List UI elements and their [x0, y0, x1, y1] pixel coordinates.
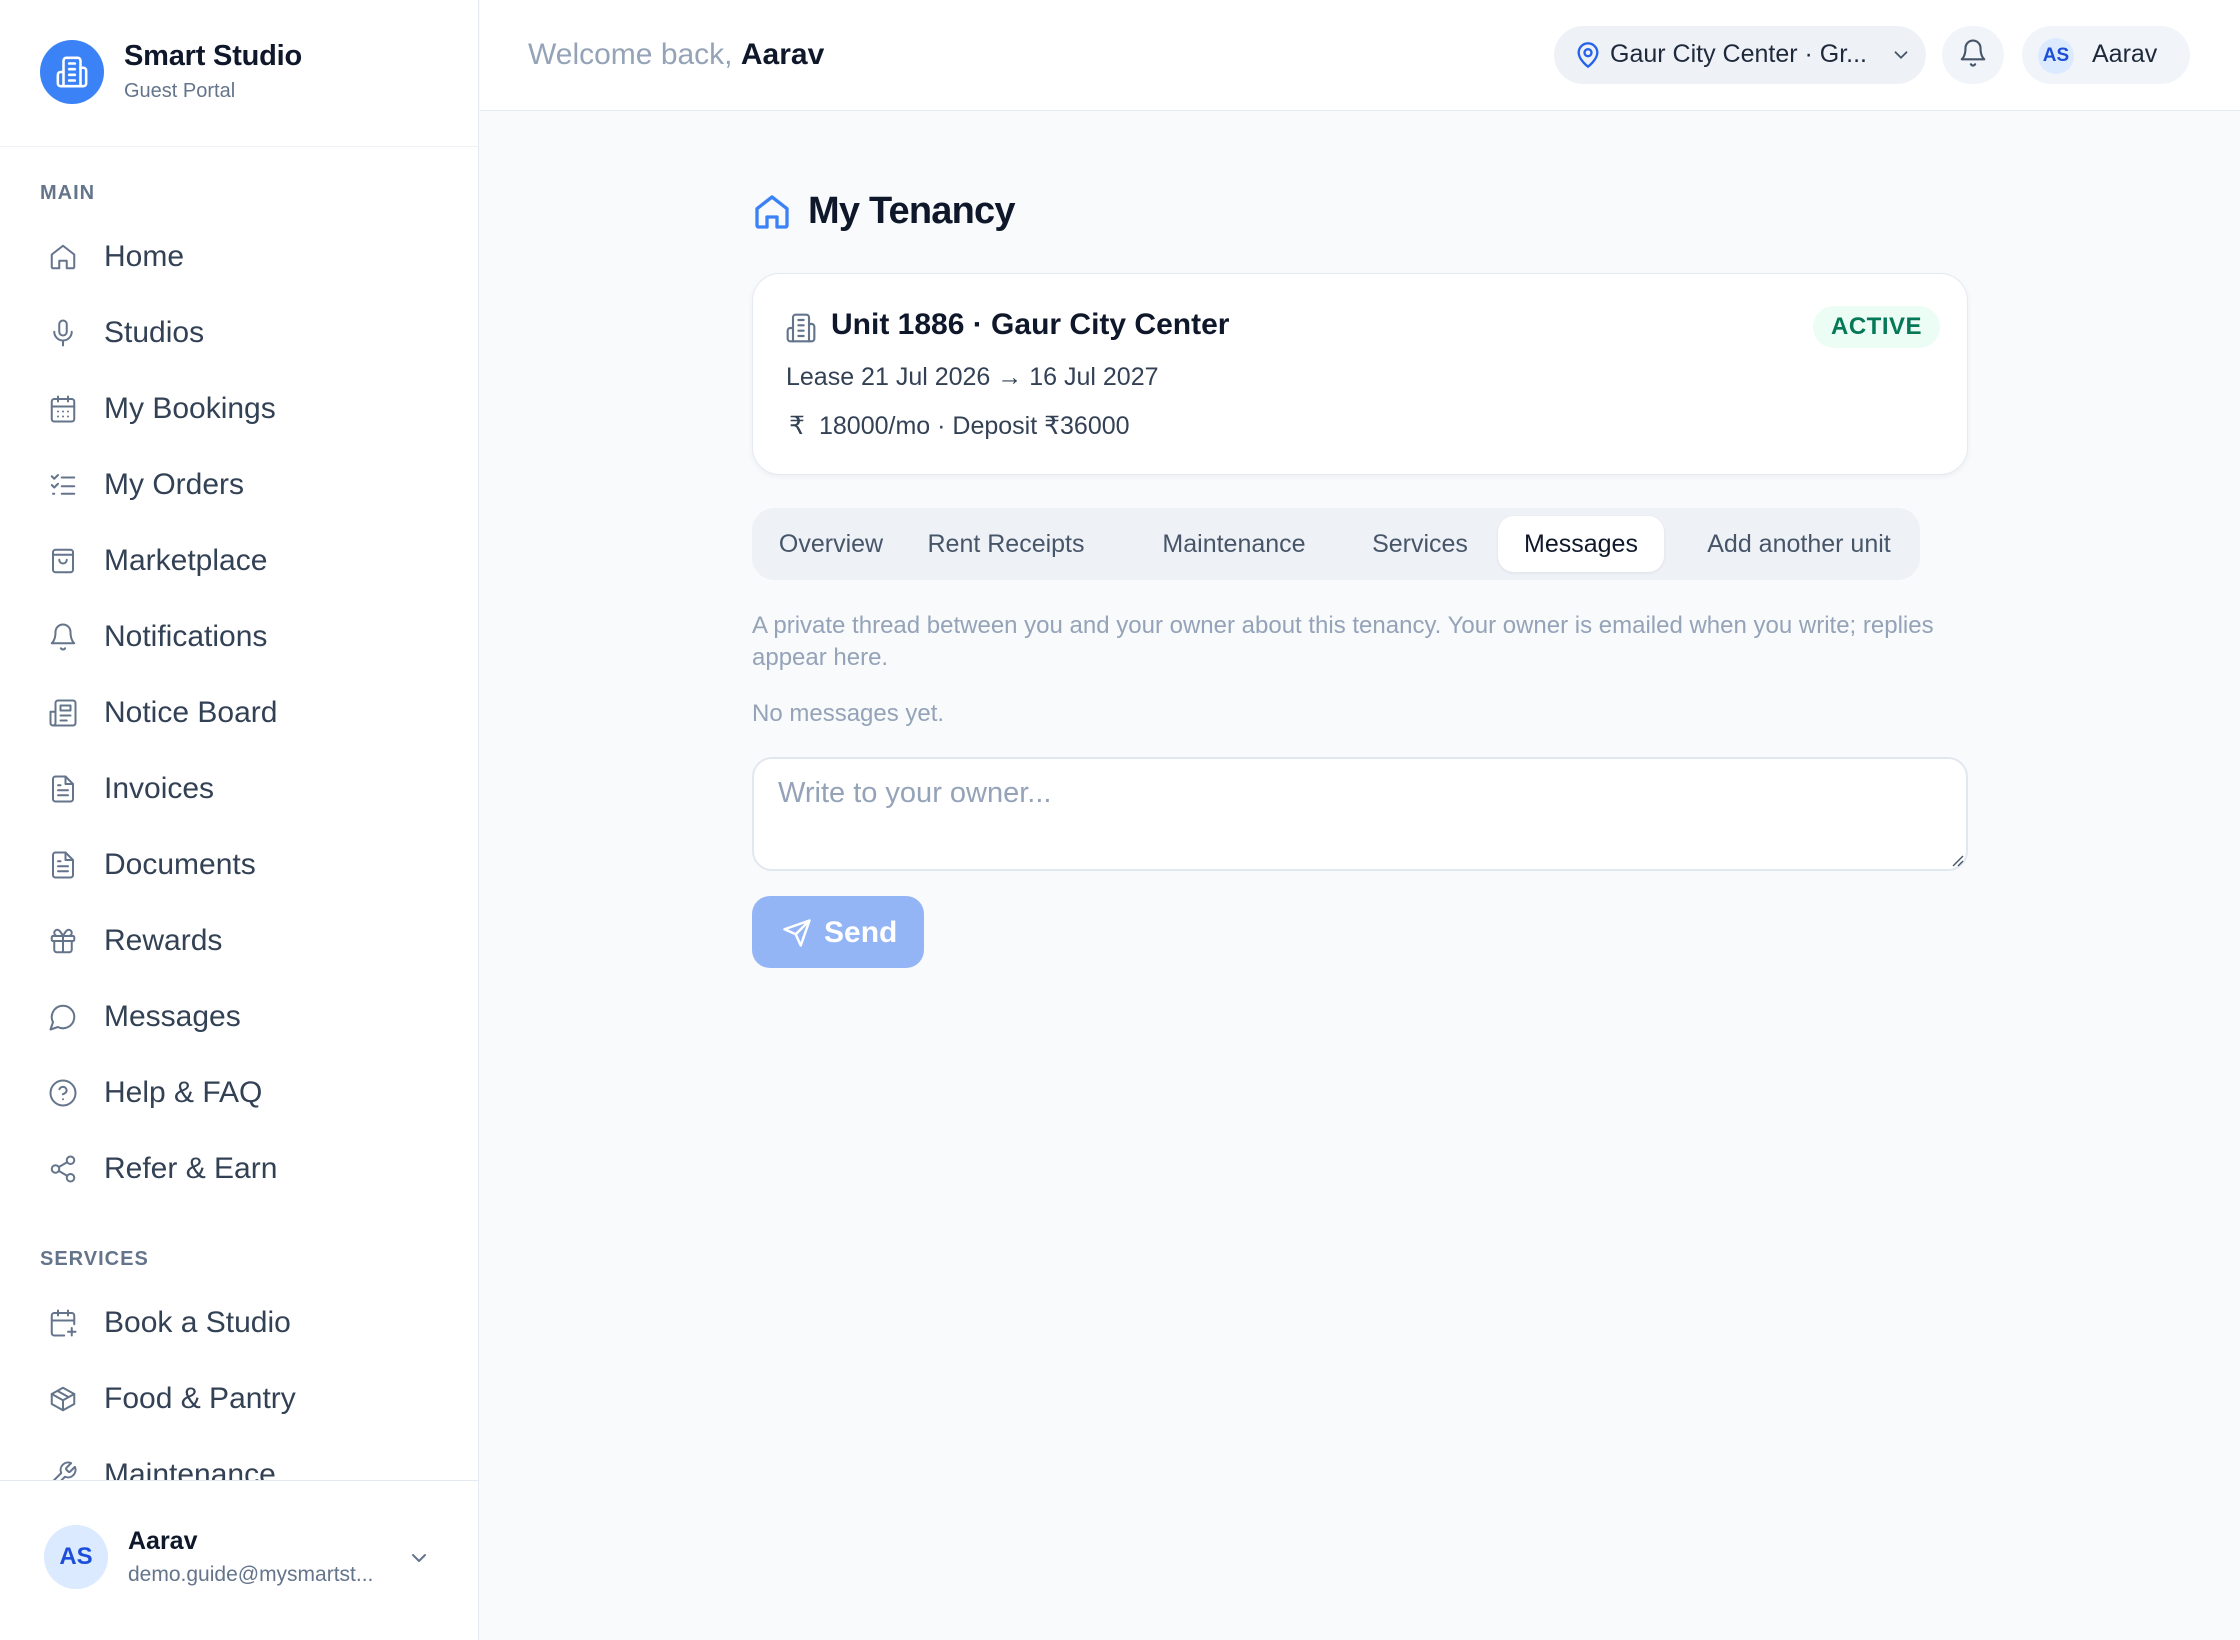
status-badge: ACTIVE [1813, 306, 1941, 348]
sidebar-item-label: Messages [104, 1000, 241, 1033]
message-input[interactable] [752, 757, 1968, 871]
user-menu[interactable]: AS Aarav demo.guide@mysmartst... [0, 1480, 478, 1640]
sidebar-item-label: Refer & Earn [104, 1152, 278, 1185]
sidebar-item-messages[interactable]: Messages [24, 984, 454, 1050]
notifications-button[interactable] [1942, 26, 2004, 84]
empty-state: No messages yet. [752, 700, 945, 727]
tab-maintenance[interactable]: Maintenance [1150, 516, 1318, 572]
account-menu-button[interactable]: AS Aarav [2022, 26, 2190, 84]
thread-description: A private thread between you and your ow… [752, 612, 1934, 671]
help-circle-icon [48, 1078, 78, 1108]
home-icon [752, 192, 792, 237]
rent-deposit: 18000/mo · Deposit ₹36000 [819, 412, 1130, 440]
calendar-icon [48, 394, 78, 424]
sidebar-item-invoices[interactable]: Invoices [24, 756, 454, 822]
brand-title: Smart Studio [124, 40, 303, 72]
newspaper-icon [48, 698, 78, 728]
sidebar-nav[interactable]: MAIN Home Studios My Bookings My Orders … [0, 148, 478, 1480]
sidebar-item-rewards[interactable]: Rewards [24, 908, 454, 974]
section-label-main: MAIN [40, 182, 96, 204]
building-logo-icon [40, 40, 104, 104]
tenancy-tabs: Overview Rent Receipts Maintenance Servi… [752, 508, 1920, 580]
user-email: demo.guide@mysmartst... [128, 1563, 374, 1586]
sidebar-item-label: Book a Studio [104, 1306, 291, 1339]
page-title: My Tenancy [808, 190, 1016, 232]
sidebar-item-label: Studios [104, 316, 205, 349]
avatar: AS [2038, 38, 2074, 74]
avatar: AS [44, 1525, 108, 1589]
welcome-prefix: Welcome back, [528, 38, 733, 71]
location-selector[interactable]: Gaur City Center · Gr... [1554, 26, 1926, 84]
send-icon [782, 918, 812, 951]
sidebar-item-label: My Orders [104, 468, 245, 501]
sidebar-item-maintenance[interactable]: Maintenance [24, 1442, 454, 1480]
mic-icon [48, 318, 78, 348]
sidebar-item-label: Maintenance [104, 1458, 276, 1480]
chat-icon [48, 1002, 78, 1032]
sidebar-item-label: Rewards [104, 924, 223, 957]
sidebar: Smart Studio Guest Portal MAIN Home Stud… [0, 0, 479, 1640]
sidebar-item-label: Notifications [104, 620, 268, 653]
unit-title: Unit 1886 · Gaur City Center [831, 308, 1230, 341]
sidebar-item-label: My Bookings [104, 392, 276, 425]
section-label-services: SERVICES [40, 1248, 149, 1270]
chevron-down-icon[interactable] [404, 1543, 434, 1573]
tab-add-another-unit[interactable]: Add another unit [1688, 516, 1910, 572]
brand-header: Smart Studio Guest Portal [0, 0, 478, 147]
sidebar-item-label: Home [104, 240, 185, 273]
sidebar-item-label: Notice Board [104, 696, 278, 729]
sidebar-item-label: Documents [104, 848, 256, 881]
tab-services[interactable]: Services [1360, 516, 1480, 572]
document-icon [48, 850, 78, 880]
welcome-name: Aarav [740, 38, 825, 71]
sidebar-item-documents[interactable]: Documents [24, 832, 454, 898]
package-icon [48, 1384, 78, 1414]
brand-subtitle: Guest Portal [124, 80, 236, 102]
tab-overview[interactable]: Overview [762, 516, 900, 572]
welcome-message: Welcome back, Aarav [528, 38, 824, 72]
bell-icon [1958, 38, 1988, 73]
bell-icon [48, 622, 78, 652]
wrench-icon [48, 1460, 78, 1480]
sidebar-item-studios[interactable]: Studios [24, 300, 454, 366]
sidebar-item-label: Help & FAQ [104, 1076, 263, 1109]
top-bar: Welcome back, Aarav Gaur City Center · G… [480, 0, 2240, 111]
account-name: Aarav [2092, 40, 2158, 68]
map-pin-icon [1574, 41, 1602, 74]
list-check-icon [48, 470, 78, 500]
sidebar-item-help-faq[interactable]: Help & FAQ [24, 1060, 454, 1126]
chevron-down-icon [1890, 44, 1912, 71]
sidebar-item-refer-earn[interactable]: Refer & Earn [24, 1136, 454, 1202]
sidebar-item-notifications[interactable]: Notifications [24, 604, 454, 670]
location-label: Gaur City Center · Gr... [1610, 40, 1868, 68]
tab-rent-receipts[interactable]: Rent Receipts [912, 516, 1100, 572]
send-label: Send [824, 916, 898, 949]
sidebar-item-my-orders[interactable]: My Orders [24, 452, 454, 518]
user-name: Aarav [128, 1527, 198, 1555]
sidebar-item-book-a-studio[interactable]: Book a Studio [24, 1290, 454, 1356]
share-icon [48, 1154, 78, 1184]
tab-messages[interactable]: Messages [1498, 516, 1664, 572]
unit-card: Unit 1886 · Gaur City Center ACTIVE Leas… [752, 273, 1968, 475]
sidebar-item-food-pantry[interactable]: Food & Pantry [24, 1366, 454, 1432]
home-icon [48, 242, 78, 272]
sidebar-item-label: Marketplace [104, 544, 268, 577]
building-icon [785, 312, 817, 349]
rupee-icon: ₹ [789, 412, 805, 440]
sidebar-item-label: Invoices [104, 772, 215, 805]
sidebar-item-my-bookings[interactable]: My Bookings [24, 376, 454, 442]
sidebar-item-home[interactable]: Home [24, 224, 454, 290]
sidebar-item-label: Food & Pantry [104, 1382, 296, 1415]
file-text-icon [48, 774, 78, 804]
sidebar-item-notice-board[interactable]: Notice Board [24, 680, 454, 746]
shopping-bag-icon [48, 546, 78, 576]
calendar-plus-icon [48, 1308, 78, 1338]
sidebar-item-marketplace[interactable]: Marketplace [24, 528, 454, 594]
send-button[interactable]: Send [752, 896, 924, 968]
gift-icon [48, 926, 78, 956]
lease-dates: Lease 21 Jul 2026 → 16 Jul 2027 [786, 363, 1159, 391]
